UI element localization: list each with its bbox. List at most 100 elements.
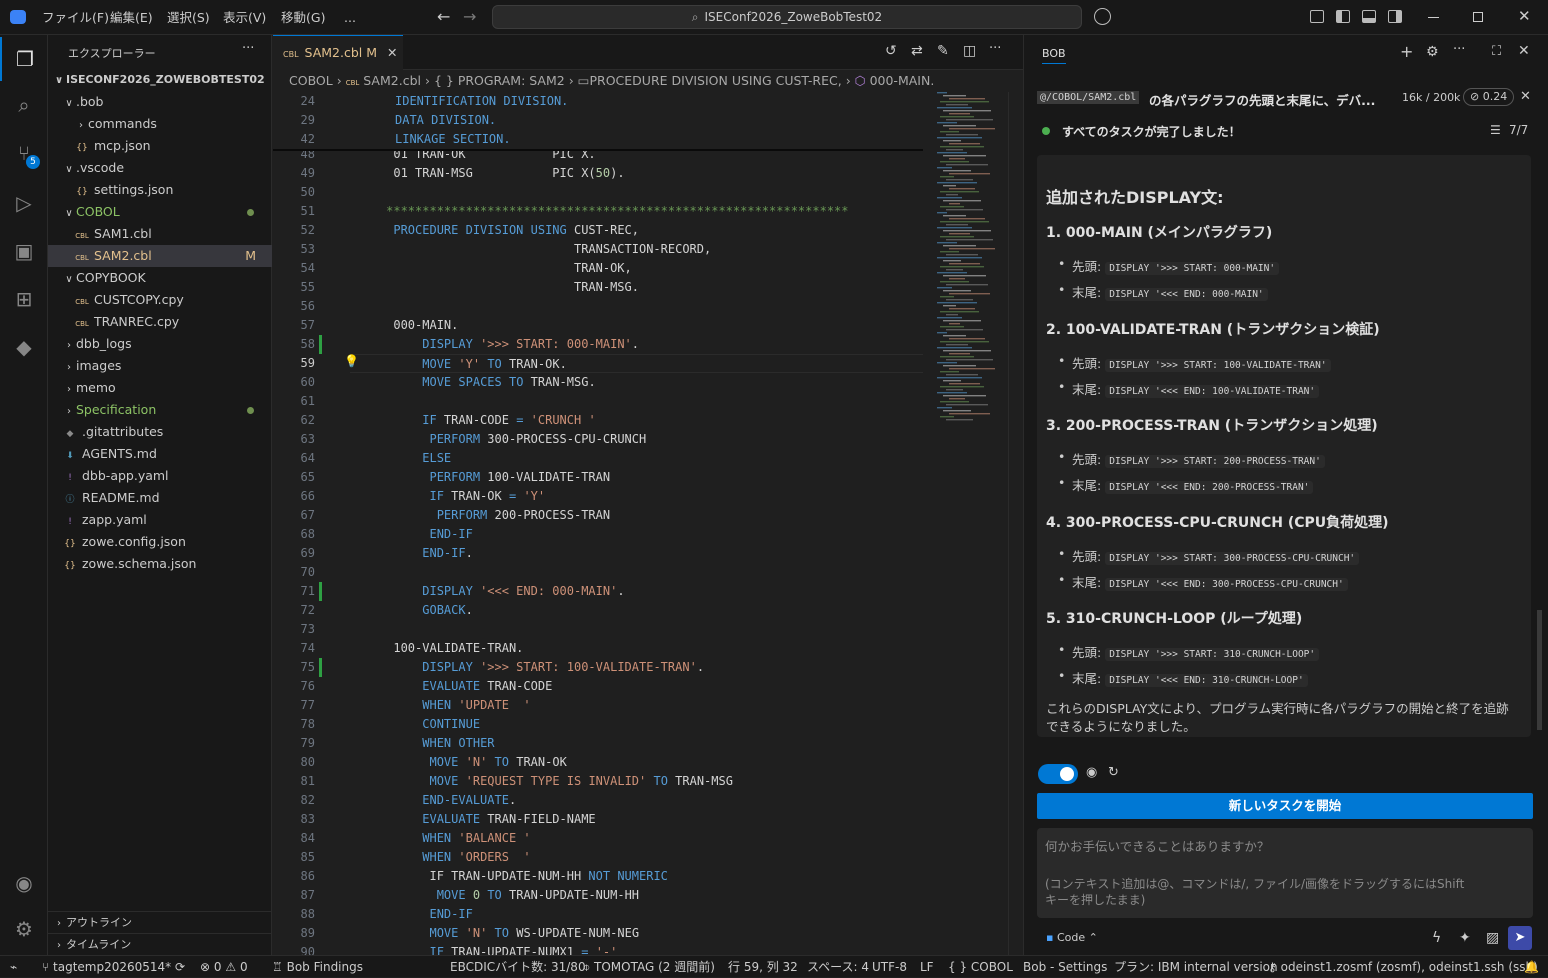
minimize-icon[interactable] (1428, 17, 1439, 18)
add-image-icon[interactable]: ▨ (1486, 930, 1499, 946)
code-line[interactable]: ELSE (350, 449, 451, 468)
task-file-mention[interactable]: @/COBOL/SAM2.cbl (1037, 91, 1140, 104)
sticky-scroll-row[interactable]: 42 LINKAGE SECTION. (273, 130, 923, 149)
tree-item-mcp-json[interactable]: {} mcp.json (48, 135, 272, 157)
code-line[interactable]: PROCEDURE DIVISION USING CUST-REC, (350, 221, 639, 240)
send-icon[interactable]: ➤ (1508, 926, 1532, 950)
close-panel-icon[interactable]: ✕ (1518, 43, 1530, 59)
code-line[interactable]: END-IF (350, 905, 472, 924)
close-task-icon[interactable]: ✕ (1520, 89, 1531, 104)
auto-approve-toggle[interactable] (1038, 764, 1078, 784)
code-line[interactable]: TRANSACTION-RECORD, (350, 240, 711, 259)
explorer-icon[interactable]: ❐ (0, 37, 48, 81)
tree-item-tranrec-cpy[interactable]: CBL TRANREC.cpy (48, 311, 272, 333)
code-line[interactable]: END-IF (350, 525, 472, 544)
code-line[interactable]: EVALUATE TRAN-FIELD-NAME (350, 810, 595, 829)
toggle-panel-icon[interactable] (1362, 10, 1376, 23)
code-line[interactable]: IF TRAN-UPDATE-NUM-HH NOT NUMERIC (350, 867, 667, 886)
code-line[interactable]: GOBACK. (350, 601, 473, 620)
sticky-scroll-row[interactable]: 24 IDENTIFICATION DIVISION. (273, 92, 923, 111)
language-mode[interactable]: { } COBOL (948, 956, 1013, 978)
code-line[interactable]: MOVE 'REQUEST TYPE IS INVALID' TO TRAN-M… (350, 772, 732, 791)
toggle-secondary-sidebar-icon[interactable] (1388, 10, 1402, 23)
new-chat-plus-icon[interactable]: + (1400, 42, 1413, 61)
tree-item-zowe-schema-json[interactable]: {} zowe.schema.json (48, 553, 272, 575)
tab-sam2-cbl[interactable]: CBL SAM2.cbl M ✕ (273, 35, 403, 70)
code-line[interactable]: PERFORM 200-PROCESS-TRAN (350, 506, 610, 525)
tree-item-gitattributes[interactable]: ◆ .gitattributes (48, 421, 272, 443)
menu-go[interactable]: 移動(G) (281, 0, 325, 35)
code-line[interactable]: 000-MAIN. (350, 316, 458, 335)
menu-more[interactable]: ... (344, 0, 356, 35)
code-line[interactable]: MOVE 'N' TO WS-UPDATE-NUM-NEG (350, 924, 639, 943)
compare-changes-icon[interactable]: ⇄ (911, 43, 923, 59)
zowe-connection[interactable]: ⚷ odeinst1.zosmf (zosmf), odeinst1.ssh (… (1268, 956, 1538, 978)
search-view-icon[interactable]: ⌕ (0, 83, 48, 127)
maximize-icon[interactable] (1473, 12, 1483, 22)
account-icon[interactable]: ◉ (0, 861, 48, 905)
menu-selection[interactable]: 選択(S) (167, 0, 210, 35)
tree-item-settings-json[interactable]: {} settings.json (48, 179, 272, 201)
code-line[interactable]: WHEN 'ORDERS ' (350, 848, 530, 867)
code-line[interactable]: WHEN 'UPDATE ' (350, 696, 530, 715)
code-line[interactable]: IF TRAN-OK = 'Y' (350, 487, 545, 506)
tree-item-memo[interactable]: › memo (48, 377, 272, 399)
chat-settings-gear-icon[interactable]: ⚙ (1426, 44, 1439, 60)
tree-item-custcopy-cpy[interactable]: CBL CUSTCOPY.cpy (48, 289, 272, 311)
notifications-bell-icon[interactable]: 🔔 (1524, 956, 1539, 978)
settings-gear-icon[interactable]: ⚙ (0, 907, 48, 951)
cursor-position[interactable]: 行 59, 列 32 (728, 956, 798, 978)
breadcrumb-file[interactable]: SAM2.cbl (363, 73, 421, 88)
tree-item-specification[interactable]: › Specification (48, 399, 272, 421)
sparkle-icon[interactable]: ✦ (1459, 930, 1471, 946)
line-ending[interactable]: LF (920, 956, 934, 978)
code-line[interactable]: WHEN OTHER (350, 734, 494, 753)
menu-edit[interactable]: 編集(E) (110, 0, 153, 35)
back-arrow-icon[interactable]: ← (437, 7, 450, 26)
menu-file[interactable]: ファイル(F) (42, 0, 109, 35)
breadcrumb-folder[interactable]: COBOL (289, 73, 333, 88)
editor-scrollbar[interactable] (1008, 92, 1016, 955)
code-line[interactable]: END-IF. (350, 544, 473, 563)
code-line[interactable]: DISPLAY '>>> START: 100-VALIDATE-TRAN'. (350, 658, 704, 677)
tree-item-sam1-cbl[interactable]: CBL SAM1.cbl (48, 223, 272, 245)
eye-icon[interactable]: ◉ (1086, 765, 1097, 780)
code-line[interactable]: END-EVALUATE. (350, 791, 516, 810)
tree-item-dbb-app-yaml[interactable]: ! dbb-app.yaml (48, 465, 272, 487)
breadcrumb-division[interactable]: PROCEDURE DIVISION USING CUST-REC, (589, 73, 841, 88)
source-control-icon[interactable]: ⑂ 5 (0, 131, 48, 175)
bob-settings[interactable]: Bob - Settings (1023, 956, 1107, 978)
run-debug-icon[interactable]: ▷ (0, 181, 48, 225)
code-line[interactable]: TRAN-MSG. (350, 278, 639, 297)
tab-close-icon[interactable]: ✕ (387, 45, 397, 60)
chat-scrollbar[interactable] (1537, 610, 1542, 730)
extensions-icon[interactable]: ⊞ (0, 277, 48, 321)
branch-indicator[interactable]: ⑂ tagtemp20260514* ⟳ (42, 956, 185, 978)
breadcrumb-paragraph[interactable]: 000-MAIN. (870, 73, 935, 88)
timeline-section[interactable]: › タイムライン (48, 933, 272, 955)
tree-item-commands[interactable]: › commands (48, 113, 272, 135)
breadcrumb-program[interactable]: PROGRAM: SAM2 (458, 73, 565, 88)
outline-section[interactable]: › アウトライン (48, 911, 272, 933)
tree-item-agents-md[interactable]: ⬇ AGENTS.md (48, 443, 272, 465)
minimap[interactable] (935, 92, 1007, 432)
timeline-history-icon[interactable]: ↺ (885, 43, 897, 59)
copilot-icon[interactable] (1094, 8, 1111, 25)
bob-findings[interactable]: ♖ Bob Findings (272, 956, 363, 978)
tree-item-zapp-yaml[interactable]: ! zapp.yaml (48, 509, 272, 531)
layout-customize-icon[interactable] (1310, 10, 1324, 23)
code-line[interactable]: DISPLAY '<<< END: 000-MAIN'. (350, 582, 624, 601)
code-line[interactable]: CONTINUE (350, 715, 480, 734)
code-line[interactable]: ****************************************… (350, 202, 848, 221)
code-line[interactable]: MOVE SPACES TO TRAN-MSG. (350, 373, 595, 392)
explorer-more-icon[interactable]: ··· (242, 41, 254, 56)
toggle-sidebar-icon[interactable] (1336, 10, 1350, 23)
lightning-icon[interactable]: ϟ (1432, 930, 1441, 946)
tree-item-images[interactable]: › images (48, 355, 272, 377)
lightbulb-icon[interactable]: 💡 (344, 354, 359, 368)
mode-selector[interactable]: ▪ Code ⌃ (1040, 928, 1112, 948)
workspace-root[interactable]: ∨ ISECONF2026_ZOWEBOBTEST02 (48, 69, 272, 91)
code-line[interactable]: PERFORM 300-PROCESS-CPU-CRUNCH (350, 430, 646, 449)
code-line[interactable]: MOVE 'Y' TO TRAN-OK. (350, 354, 923, 373)
tree-item-zowe-config-json[interactable]: {} zowe.config.json (48, 531, 272, 553)
